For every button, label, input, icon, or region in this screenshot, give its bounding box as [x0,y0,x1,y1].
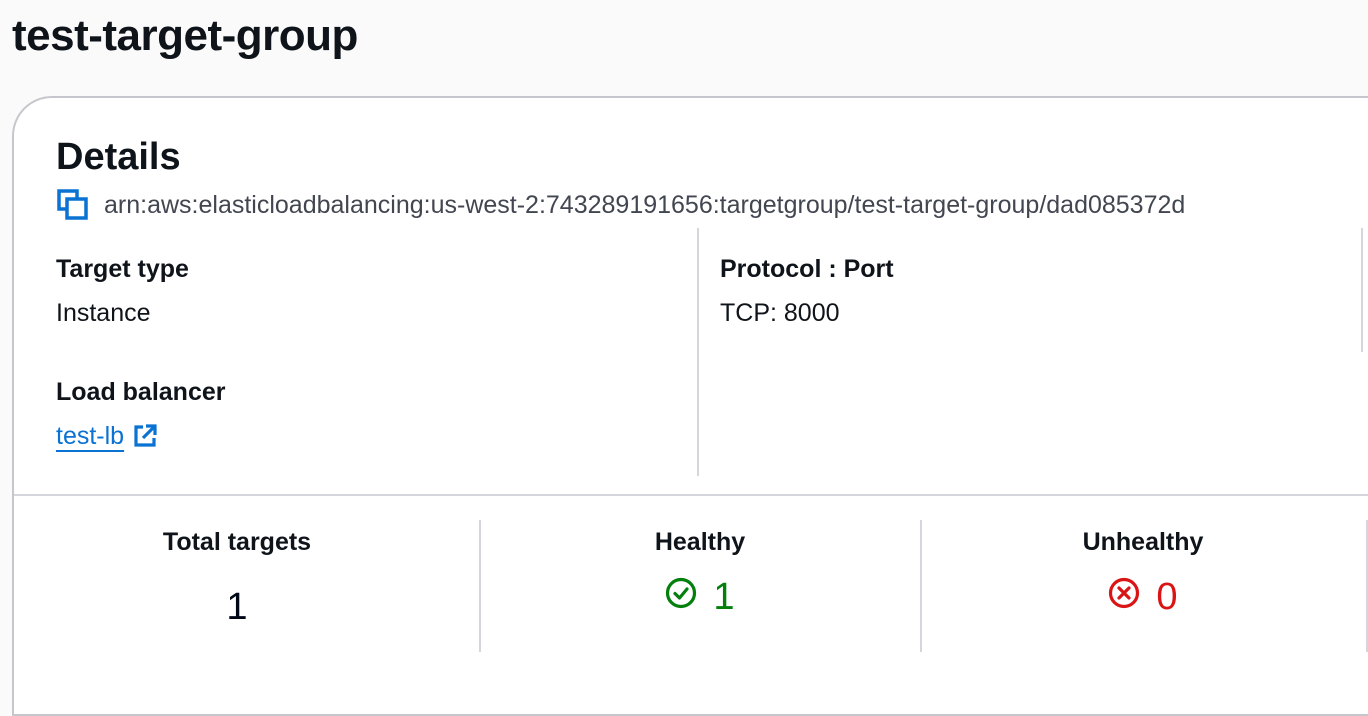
details-header: Details [56,136,181,178]
load-balancer-link-text[interactable]: test-lb [56,421,124,451]
protocol-port-field: Protocol : Port TCP: 8000 [720,254,894,328]
total-targets-count: 1 [226,586,248,628]
healthy-stat: Healthy 1 [480,522,920,622]
arn-text: arn:aws:elasticloadbalancing:us-west-2:7… [104,190,1186,219]
protocol-port-value: TCP: 8000 [720,299,840,327]
x-circle-icon [1109,577,1140,609]
page-title: test-target-group [12,11,358,60]
unhealthy-value[interactable]: 0 [922,572,1364,622]
unhealthy-label: Unhealthy [1082,528,1204,556]
column-divider [1361,228,1363,352]
healthy-label: Healthy [654,528,746,556]
target-type-label: Target type [56,255,189,283]
protocol-port-label: Protocol : Port [720,255,894,283]
copy-icon[interactable] [56,188,90,222]
details-panel: Details arn:aws:elasticloadbalancing:us-… [12,96,1368,716]
target-type-value: Instance [56,299,151,327]
total-targets-value: 1 [14,582,460,632]
unhealthy-count[interactable]: 0 [1156,572,1177,622]
total-targets-stat: Total targets 1 [14,522,460,632]
total-targets-label: Total targets [162,528,312,556]
section-divider [14,494,1368,496]
unhealthy-stat: Unhealthy 0 [922,522,1364,622]
column-divider [697,228,699,476]
check-circle-icon [666,577,697,609]
arn-row: arn:aws:elasticloadbalancing:us-west-2:7… [56,188,1185,222]
target-type-field: Target type Instance [56,254,189,328]
external-link-icon[interactable] [132,423,158,449]
load-balancer-link[interactable]: test-lb [56,421,158,451]
load-balancer-field: Load balancer test-lb [56,377,226,451]
load-balancer-label: Load balancer [56,378,226,406]
healthy-count[interactable]: 1 [713,572,734,622]
healthy-value[interactable]: 1 [480,572,920,622]
